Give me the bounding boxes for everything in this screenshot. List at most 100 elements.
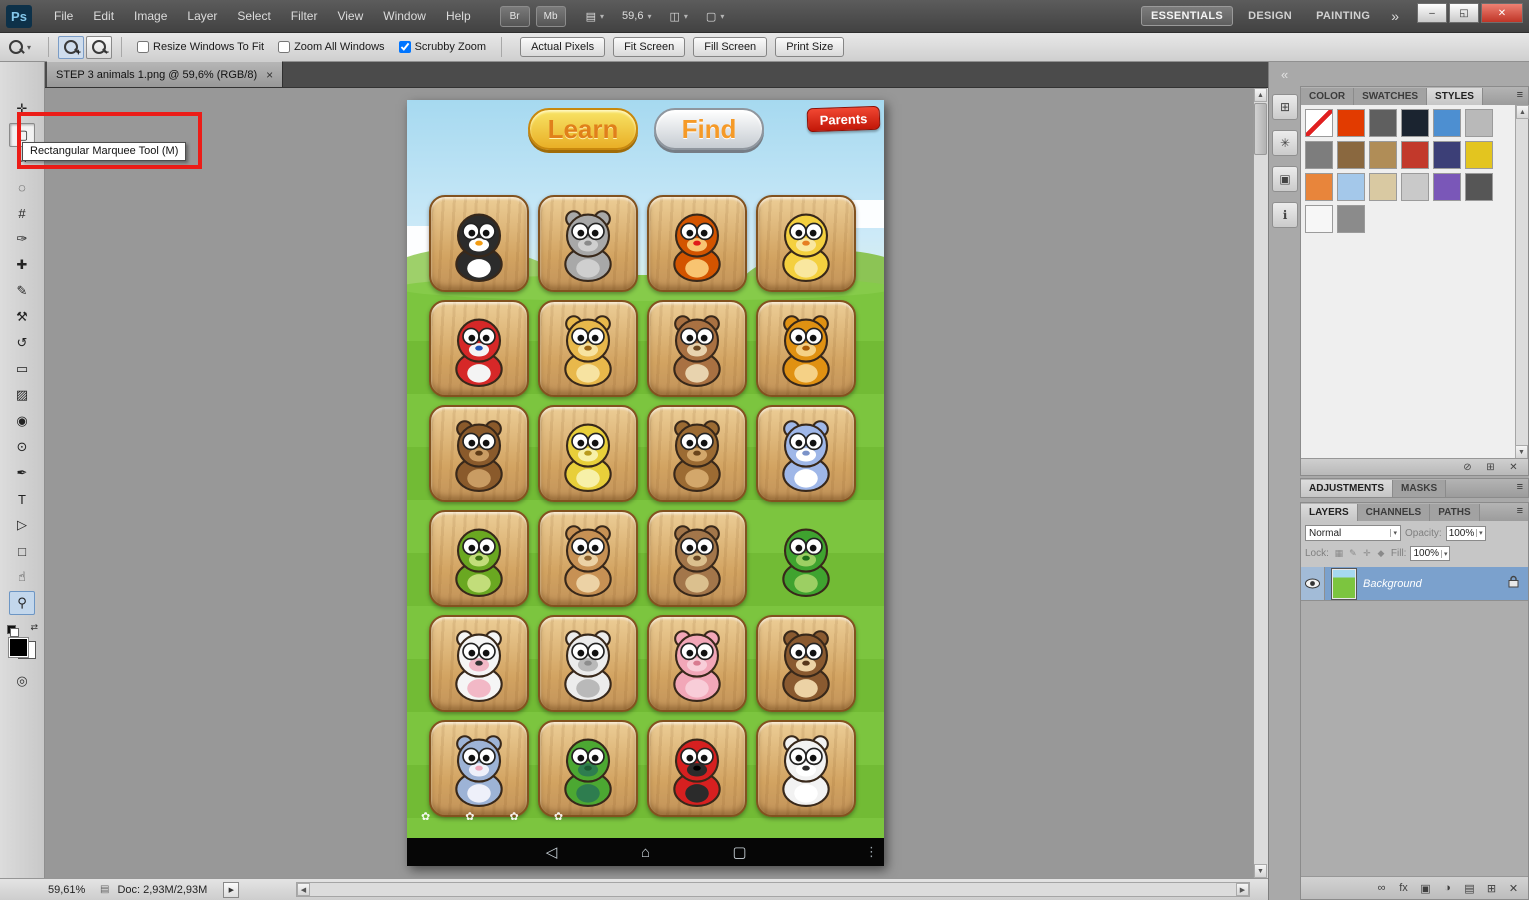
style-swatch-18[interactable] [1305,205,1333,233]
delete-style-button[interactable]: ✕ [1507,462,1520,473]
tab-masks[interactable]: MASKS [1393,480,1447,497]
style-swatch-2[interactable] [1369,109,1397,137]
open-document-image[interactable]: Learn Find Parents ✿ ✿ ✿ ✿ ◁ ⌂ ▢ ⋮ [407,100,884,866]
bridge-button[interactable]: Br [499,5,530,27]
dock-panel-icon-1[interactable]: ⊞ [1272,94,1298,120]
workspace-essentials[interactable]: ESSENTIALS [1141,6,1234,26]
rectangle-tool[interactable]: □ [9,539,35,563]
tab-paths[interactable]: PATHS [1430,504,1480,521]
menu-help[interactable]: Help [436,0,481,33]
panel-menu-icon[interactable]: ≡ [1517,481,1523,493]
scrubby-zoom-checkbox[interactable]: Scrubby Zoom [398,41,486,53]
vertical-scrollbar[interactable]: ▲ ▼ [1253,88,1268,878]
panel-menu-icon[interactable]: ≡ [1517,89,1523,101]
visibility-toggle[interactable] [1301,567,1325,600]
mini-bridge-button[interactable]: Mb [535,5,566,27]
zoom-level-field[interactable]: 59,61% [48,884,92,896]
style-swatch-11[interactable] [1465,141,1493,169]
default-colors-icon[interactable] [7,625,19,637]
dock-panel-icon-2[interactable]: ✳ [1272,130,1298,156]
tool-preset-picker[interactable]: ▾ [0,40,40,54]
style-swatch-13[interactable] [1337,173,1365,201]
blend-mode-dropdown[interactable]: Normal ▾ [1305,525,1401,541]
style-swatch-1[interactable] [1337,109,1365,137]
adjustment-layer-button[interactable]: ◑ [1441,882,1454,895]
scroll-up-arrow[interactable]: ▲ [1516,105,1529,119]
menu-window[interactable]: Window [373,0,436,33]
dodge-tool[interactable]: ⊙ [9,435,35,459]
menu-filter[interactable]: Filter [281,0,328,33]
style-swatch-10[interactable] [1433,141,1461,169]
style-swatch-6[interactable] [1305,141,1333,169]
blur-tool[interactable]: ◉ [9,409,35,433]
menu-layer[interactable]: Layer [177,0,227,33]
tab-adjustments[interactable]: ADJUSTMENTS [1301,480,1394,497]
collapse-panels-button[interactable]: « [1281,67,1288,82]
tab-channels[interactable]: CHANNELS [1357,504,1431,521]
tab-swatches[interactable]: SWATCHES [1354,88,1428,105]
scroll-down-arrow[interactable]: ▼ [1254,864,1267,878]
dock-panel-icon-3[interactable]: ▣ [1272,166,1298,192]
style-swatch-5[interactable] [1465,109,1493,137]
type-tool[interactable]: T [9,487,35,511]
style-swatch-16[interactable] [1433,173,1461,201]
opacity-field[interactable]: 100% ▾ [1445,525,1486,541]
scroll-right-arrow[interactable]: ▶ [1236,883,1249,896]
swap-colors-icon[interactable]: ⇄ [30,622,38,633]
layer-row-background[interactable]: Background [1301,567,1528,601]
horizontal-scrollbar[interactable]: ◀ ▶ [296,882,1250,897]
menu-edit[interactable]: Edit [83,0,124,33]
history-brush-tool[interactable]: ↺ [9,331,35,355]
resize-windows-to-fit-checkbox[interactable]: Resize Windows To Fit [137,41,264,53]
menu-select[interactable]: Select [227,0,280,33]
layer-group-button[interactable]: ▤ [1463,882,1476,895]
fit-screen-button[interactable]: Fit Screen [613,37,686,57]
lock-transparency-icon[interactable]: ▦ [1333,548,1345,559]
dock-panel-icon-4[interactable]: ℹ [1272,202,1298,228]
new-style-button[interactable]: ⊞ [1484,462,1497,473]
link-layers-button[interactable]: ∞ [1375,882,1388,895]
scroll-down-arrow[interactable]: ▼ [1515,445,1528,459]
gradient-tool[interactable]: ▨ [9,383,35,407]
style-swatch-8[interactable] [1369,141,1397,169]
scrollbar-thumb[interactable] [1254,103,1267,155]
style-swatch-14[interactable] [1369,173,1397,201]
eraser-tool[interactable]: ▭ [9,357,35,381]
close-tab-icon[interactable]: × [266,68,273,82]
brush-tool[interactable]: ✎ [9,279,35,303]
zoom-out-button[interactable]: − [86,35,113,59]
zoom-level-dropdown[interactable]: 59,6 ▾ [618,7,655,26]
status-flyout-button[interactable]: ▶ [223,881,240,898]
workspace-painting[interactable]: PAINTING [1307,7,1379,25]
crop-tool[interactable]: # [9,201,35,225]
zoom-all-windows-checkbox[interactable]: Zoom All Windows [278,41,385,53]
style-swatch-4[interactable] [1433,109,1461,137]
tab-color[interactable]: COLOR [1301,88,1355,105]
minimize-button[interactable]: – [1417,3,1447,23]
fill-screen-button[interactable]: Fill Screen [693,37,768,57]
quick-selection-tool[interactable]: ◌ [9,175,35,199]
style-swatch-15[interactable] [1401,173,1429,201]
styles-scrollbar[interactable]: ▲ ▼ [1515,105,1529,459]
layer-mask-button[interactable]: ▣ [1419,882,1432,895]
hand-tool[interactable]: ☝ [9,565,35,589]
document-tab[interactable]: STEP 3 animals 1.png @ 59,6% (RGB/8) × [47,61,284,87]
screen-mode-button[interactable]: ▢ ▾ [702,7,728,26]
layer-style-button[interactable]: fx [1397,882,1410,895]
view-extras-button[interactable]: ▤ ▾ [582,7,608,26]
print-size-button[interactable]: Print Size [775,37,845,57]
zoom-in-button[interactable]: + [58,35,85,59]
checkbox-input[interactable] [137,41,150,53]
delete-layer-button[interactable]: ✕ [1507,882,1520,895]
scroll-left-arrow[interactable]: ◀ [297,883,310,896]
scroll-up-arrow[interactable]: ▲ [1254,88,1267,102]
eyedropper-tool[interactable]: ✑ [9,227,35,251]
style-swatch-19[interactable] [1337,205,1365,233]
panel-menu-icon[interactable]: ≡ [1517,505,1523,517]
spot-healing-brush-tool[interactable]: ✚ [9,253,35,277]
actual-pixels-button[interactable]: Actual Pixels [520,37,606,57]
fill-field[interactable]: 100% ▾ [1410,546,1451,561]
style-swatch-0[interactable] [1305,109,1333,137]
arrange-documents-button[interactable]: ◫ ▾ [665,7,691,26]
quick-mask-button[interactable]: ◎ [10,673,34,689]
